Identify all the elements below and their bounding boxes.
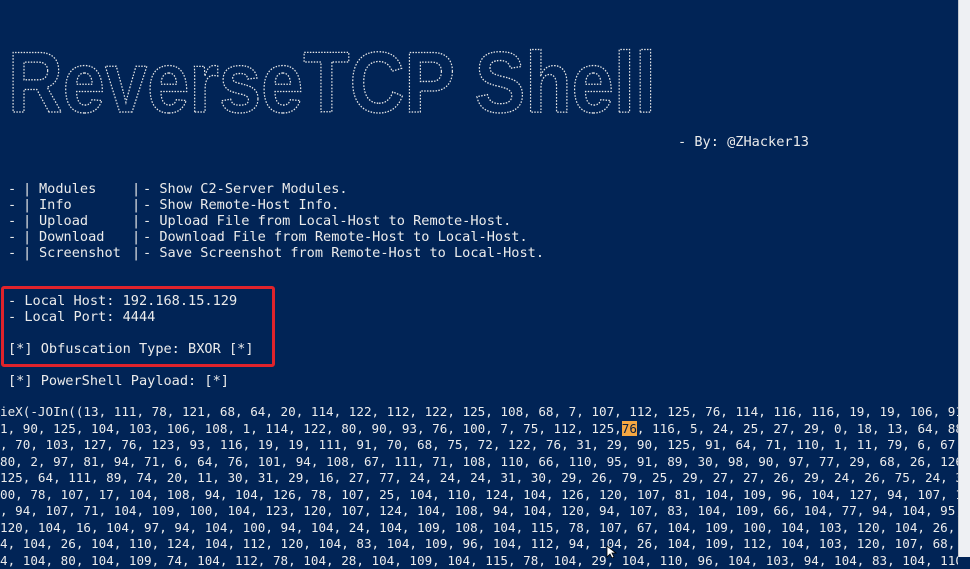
- ascii-banner: ReverseTCP Shell: [6, 28, 666, 123]
- menu-item-screenshot: - | Screenshot | - Save Screenshot from …: [8, 245, 41, 261]
- menu-item-name: Upload: [39, 213, 88, 229]
- banner-art: ReverseTCP Shell: [6, 28, 666, 123]
- payload-line-2: 1, 90, 125, 104, 103, 106, 108, 1, 114, …: [0, 421, 958, 438]
- menu-separator: |: [23, 213, 31, 229]
- menu-item-name: Screenshot: [39, 245, 121, 261]
- banner-title: ReverseTCP Shell: [8, 35, 656, 123]
- author-credit: - By: @ZHacker13: [678, 134, 809, 150]
- menu-item-desc: - Save Screenshot from Remote-Host to Lo…: [143, 245, 544, 261]
- menu-bullet: -: [8, 197, 16, 213]
- text-cursor-highlight: 76: [622, 421, 637, 436]
- payload-line-9: 4, 104, 26, 104, 110, 124, 104, 112, 120…: [0, 536, 958, 553]
- menu-separator: |: [23, 229, 31, 245]
- module-menu: - | Modules | - Show C2-Server Modules. …: [8, 181, 41, 261]
- menu-separator: |: [132, 197, 140, 213]
- menu-separator: |: [23, 181, 31, 197]
- menu-bullet: -: [8, 229, 16, 245]
- payload-line-10: 4, 104, 80, 104, 109, 74, 104, 112, 78, …: [0, 553, 958, 569]
- payload-line-6: 00, 78, 107, 17, 104, 108, 94, 104, 126,…: [0, 487, 958, 504]
- menu-item-modules: - | Modules | - Show C2-Server Modules.: [8, 181, 41, 197]
- payload-line-4: 80, 2, 97, 81, 94, 71, 6, 64, 76, 101, 9…: [0, 454, 958, 471]
- menu-item-desc: - Show C2-Server Modules.: [143, 181, 348, 197]
- menu-item-desc: - Upload File from Local-Host to Remote-…: [143, 213, 511, 229]
- menu-bullet: -: [8, 181, 16, 197]
- menu-separator: |: [132, 229, 140, 245]
- mouse-pointer-icon: [606, 546, 618, 558]
- menu-separator: |: [132, 213, 140, 229]
- menu-bullet: -: [8, 213, 16, 229]
- payload-line-1: ieX(-JOIn((13, 111, 78, 121, 68, 64, 20,…: [0, 404, 958, 421]
- config-highlight-box: [1, 286, 275, 367]
- menu-item-name: Info: [39, 197, 72, 213]
- menu-item-name: Download: [39, 229, 104, 245]
- menu-item-upload: - | Upload | - Upload File from Local-Ho…: [8, 213, 41, 229]
- menu-item-desc: - Show Remote-Host Info.: [143, 197, 339, 213]
- payload-header: [*] PowerShell Payload: [*]: [8, 373, 229, 389]
- menu-separator: |: [23, 197, 31, 213]
- menu-separator: |: [132, 245, 140, 261]
- window-scrollbar-edge[interactable]: [958, 0, 970, 557]
- payload-line-7: , 94, 107, 71, 104, 109, 100, 104, 123, …: [0, 503, 958, 520]
- payload-text: , 116, 5, 24, 25, 27, 29, 0, 18, 13, 64,…: [637, 421, 958, 436]
- menu-item-desc: - Download File from Remote-Host to Loca…: [143, 229, 528, 245]
- payload-line-8: 120, 104, 16, 104, 97, 94, 104, 100, 94,…: [0, 520, 958, 537]
- menu-bullet: -: [8, 245, 16, 261]
- payload-output[interactable]: ieX(-JOIn((13, 111, 78, 121, 68, 64, 20,…: [0, 404, 958, 569]
- payload-line-5: 125, 64, 111, 89, 74, 20, 11, 30, 31, 29…: [0, 470, 958, 487]
- menu-separator: |: [132, 181, 140, 197]
- payload-line-3: , 70, 103, 127, 76, 123, 93, 116, 19, 19…: [0, 437, 958, 454]
- menu-item-name: Modules: [39, 181, 96, 197]
- menu-separator: |: [23, 245, 31, 261]
- menu-item-download: - | Download | - Download File from Remo…: [8, 229, 41, 245]
- menu-item-info: - | Info | - Show Remote-Host Info.: [8, 197, 41, 213]
- payload-text: 1, 90, 125, 104, 103, 106, 108, 1, 114, …: [0, 421, 622, 436]
